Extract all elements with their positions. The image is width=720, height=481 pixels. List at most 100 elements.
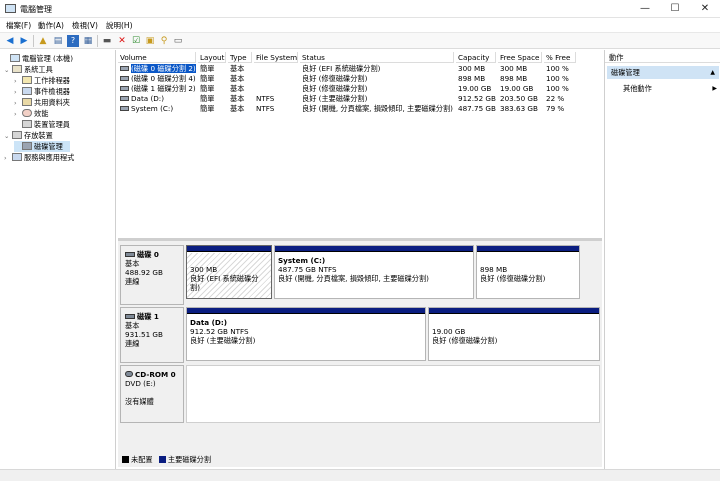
table-row[interactable]: (磁碟 0 磁碟分割 4) [118,74,196,84]
toolbar-divider [97,35,98,47]
menu-action[interactable]: 動作(A) [38,20,64,31]
tree-item-services-applications[interactable]: › 服務與應用程式 [4,152,74,163]
tree-item-disk-management[interactable]: 磁碟管理 [14,141,70,152]
cell-type: 基本 [230,94,245,103]
maximize-button[interactable]: ☐ [660,0,690,18]
properties-icon[interactable]: ▦ [82,35,94,47]
partition-status: 良好 (EFI 系統磁碟分割) [190,274,259,292]
cell-layout: 簡單 [200,74,215,83]
menu-help[interactable]: 說明(H) [106,20,133,31]
actions-item-more-actions[interactable]: 其他動作 ▶ [623,83,719,94]
partition-recovery-1[interactable]: 19.00 GB 良好 (修復磁碟分割) [428,307,600,361]
submenu-arrow-icon: ▶ [712,85,717,92]
column-header-capacity[interactable]: Capacity [456,52,496,63]
search-folder-icon[interactable]: ⚲ [158,35,170,47]
tree-item-performance[interactable]: › 效能 [14,108,48,119]
tree-item-shared-folders[interactable]: › 共用資料夾 [14,97,70,108]
column-header-file-system[interactable]: File System [254,52,298,63]
column-header-volume[interactable]: Volume [118,52,196,63]
disk-size: 488.92 GB [125,268,163,277]
drive-icon [120,106,129,111]
tree-item-task-scheduler[interactable]: › 工作排程器 [14,75,70,86]
collapse-arrow-icon[interactable]: ▲ [710,66,715,79]
back-icon[interactable]: ◀ [4,35,16,47]
cell-capacity: 300 MB [458,64,486,73]
disk-type: 基本 [125,321,140,330]
cell-type: 基本 [230,84,245,93]
cell-file-system: NTFS [256,94,275,103]
minimize-button[interactable]: — [630,0,660,18]
cell-type: 基本 [230,64,245,73]
tree-item-label: 系統工具 [24,65,53,74]
actions-section-disk-management[interactable]: 磁碟管理 ▲ [607,66,719,79]
menu-view[interactable]: 檢視(V) [72,20,98,31]
column-header-status[interactable]: Status [300,52,454,63]
tree-item-system-tools[interactable]: ⌄ 系統工具 [4,64,53,75]
cell-file-system [254,74,298,84]
console-icon[interactable]: ▭ [172,35,184,47]
legend-swatch-primary [158,456,166,463]
tree-item-device-manager[interactable]: 裝置管理員 [14,119,70,130]
cdrom-label[interactable]: CD-ROM 0 DVD (E:) 沒有媒體 [120,365,184,423]
cell-layout: 簡單 [200,64,215,73]
disk-0-label[interactable]: 磁碟 0 基本 488.92 GB 連線 [120,245,184,305]
cell-status: 良好 (修復磁碟分割) [302,74,368,83]
title-bar: 電腦管理 — ☐ ✕ [0,0,720,18]
legend-label: 未配置 [131,455,153,464]
table-row[interactable]: (磁碟 0 磁碟分割 2) [118,64,196,74]
disk-state: 連線 [125,339,140,348]
services-icon [12,153,22,161]
connect-drive-icon[interactable]: ▬ [101,35,113,47]
partition-bar [477,246,579,252]
tree-item-computer-management[interactable]: 電腦管理 (本機) [2,53,73,64]
menu-bar: 檔案(F) 動作(A) 檢視(V) 說明(H) [0,18,720,32]
help-icon[interactable]: ? [67,35,79,47]
partition-data-d[interactable]: Data (D:) 912.52 GB NTFS 良好 (主要磁碟分割) [186,307,426,361]
cell-percent-free: 22 % [546,94,565,103]
partition-efi[interactable]: 300 MB 良好 (EFI 系統磁碟分割) [186,245,272,299]
cell-free-space: 898 MB [500,74,528,83]
chevron-right-icon[interactable]: › [4,153,12,164]
column-header-layout[interactable]: Layout [198,52,226,63]
column-header-type[interactable]: Type [228,52,252,63]
close-button[interactable]: ✕ [690,0,720,18]
computer-icon [10,54,20,62]
cell-percent-free: 100 % [546,74,569,83]
cell-free-space: 203.50 GB [500,94,538,103]
menu-file[interactable]: 檔案(F) [6,20,31,31]
disk-1-label[interactable]: 磁碟 1 基本 931.51 GB 連線 [120,307,184,363]
cell-status: 良好 (修復磁碟分割) [302,84,368,93]
computer-management-icon [5,4,16,13]
cell-type: 基本 [230,104,245,113]
clock-icon [22,76,32,84]
tree-item-label: 電腦管理 (本機) [22,54,74,63]
table-row[interactable]: System (C:) [118,104,196,114]
cdrom-area [186,365,600,423]
column-header-free-space[interactable]: Free Space [498,52,542,63]
disk-state: 沒有媒體 [125,397,154,406]
delete-icon[interactable]: ✕ [116,35,128,47]
partition-system-c[interactable]: System (C:) 487.75 GB NTFS 良好 (開機, 分頁檔案,… [274,245,474,299]
drive-icon [120,76,129,81]
partition-size: 912.52 GB NTFS [190,327,249,336]
toolbar-divider [33,35,34,47]
table-row[interactable]: Data (D:) [118,94,196,104]
tree-item-label: 事件檢視器 [34,87,70,96]
partition-bar [187,246,271,252]
partition-status: 良好 (修復磁碟分割) [432,336,498,345]
show-hide-tree-icon[interactable]: ▤ [52,35,64,47]
new-folder-icon[interactable]: ▣ [144,35,156,47]
column-header-percent-free[interactable]: % Free [544,52,576,63]
chevron-down-icon[interactable]: ⌄ [4,65,12,76]
chevron-down-icon[interactable]: ⌄ [4,131,12,142]
table-row[interactable]: (磁碟 1 磁碟分割 2) [118,84,196,94]
check-icon[interactable]: ☑ [130,35,142,47]
partition-recovery-0[interactable]: 898 MB 良好 (修復磁碟分割) [476,245,580,299]
partition-status: 良好 (開機, 分頁檔案, 損毀傾印, 主要磁碟分割) [278,274,429,283]
up-folder-icon[interactable]: ▲ [37,35,49,47]
cell-capacity: 912.52 GB [458,94,496,103]
forward-icon[interactable]: ▶ [18,35,30,47]
tree-item-storage[interactable]: ⌄ 存放裝置 [4,130,53,141]
tree-item-event-viewer[interactable]: › 事件檢視器 [14,86,70,97]
disk-type: DVD (E:) [125,379,156,388]
